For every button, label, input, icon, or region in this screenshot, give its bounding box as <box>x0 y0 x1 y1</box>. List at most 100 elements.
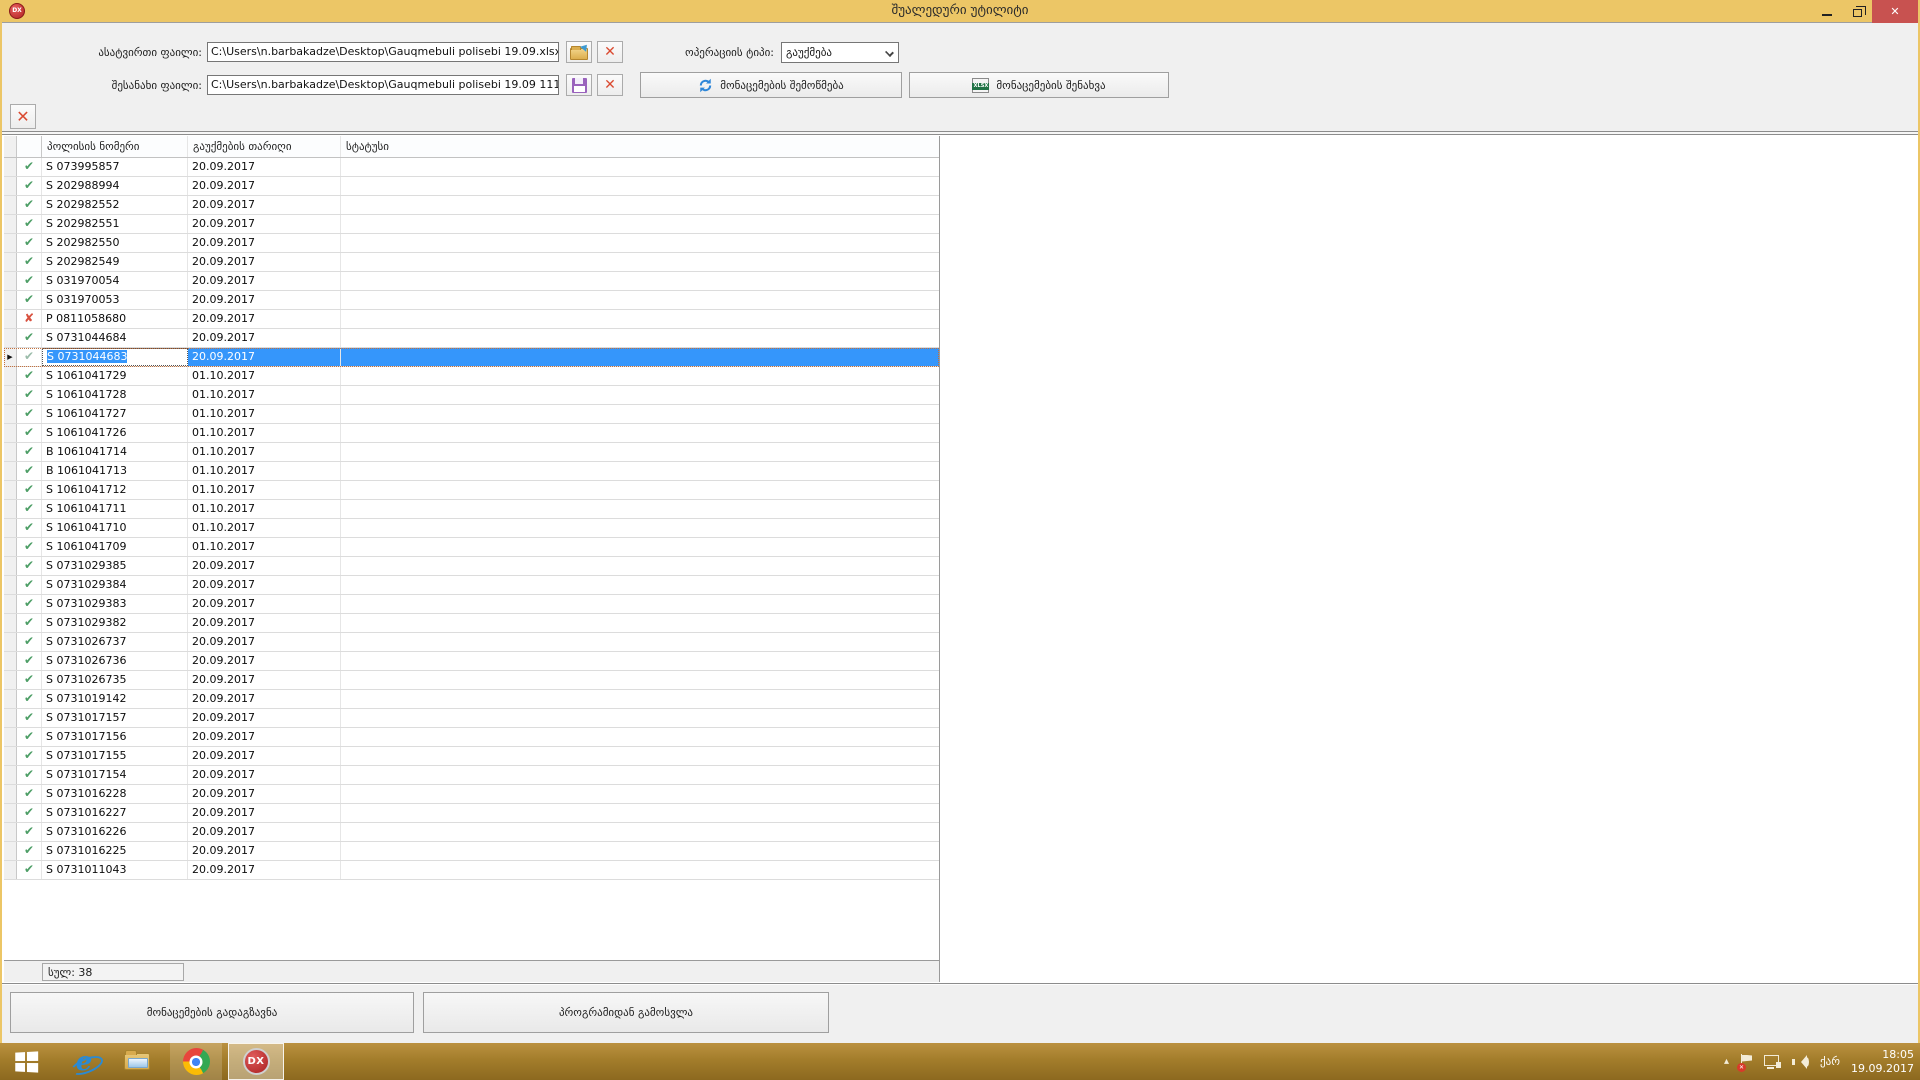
table-row[interactable]: ✔ S 1061041710 01.10.2017 <box>4 519 939 538</box>
grid-footer: სულ: 38 <box>4 960 939 982</box>
column-header-check[interactable] <box>17 136 42 157</box>
table-row[interactable]: ✔ S 0731029382 20.09.2017 <box>4 614 939 633</box>
save-file-button[interactable] <box>566 74 592 96</box>
cell-status <box>341 215 939 233</box>
cell-status <box>341 766 939 784</box>
table-row[interactable]: ✔ S 0731026736 20.09.2017 <box>4 652 939 671</box>
table-row[interactable]: ✔ S 0731019142 20.09.2017 <box>4 690 939 709</box>
clock-date: 19.09.2017 <box>1851 1062 1914 1076</box>
row-status-mark-icon: ✔ <box>17 367 42 385</box>
clock[interactable]: 18:05 19.09.2017 <box>1851 1048 1914 1076</box>
table-row[interactable]: ▶ ✔ S 0731044683 20.09.2017 <box>4 348 939 367</box>
table-row[interactable]: ✔ S 0731017155 20.09.2017 <box>4 747 939 766</box>
table-row[interactable]: ✔ S 202982549 20.09.2017 <box>4 253 939 272</box>
dx-app-button[interactable]: DX <box>228 1043 284 1080</box>
table-row[interactable]: ✔ S 0731016227 20.09.2017 <box>4 804 939 823</box>
table-row[interactable]: ✔ S 1061041726 01.10.2017 <box>4 424 939 443</box>
table-row[interactable]: ✔ S 1061041728 01.10.2017 <box>4 386 939 405</box>
refresh-icon <box>698 78 713 93</box>
cell-status <box>341 253 939 271</box>
row-select-indicator <box>4 310 17 328</box>
table-row[interactable]: ✔ S 0731044684 20.09.2017 <box>4 329 939 348</box>
table-row[interactable]: ✔ S 202982550 20.09.2017 <box>4 234 939 253</box>
row-status-mark-icon: ✔ <box>17 614 42 632</box>
cancel-button[interactable]: ✕ <box>10 104 36 129</box>
cell-status <box>341 500 939 518</box>
cell-cancel-date: 20.09.2017 <box>188 595 341 613</box>
cell-cancel-date: 20.09.2017 <box>188 291 341 309</box>
tray-expand-icon[interactable]: ▴ <box>1724 1056 1729 1067</box>
browse-open-button[interactable] <box>566 41 592 63</box>
language-indicator[interactable]: ქარ <box>1820 1055 1840 1068</box>
table-row[interactable]: ✔ S 1061041711 01.10.2017 <box>4 500 939 519</box>
table-row[interactable]: ✔ S 202982552 20.09.2017 <box>4 196 939 215</box>
internet-explorer-icon: e <box>76 1049 93 1075</box>
operation-type-select[interactable]: გაუქმება <box>781 42 899 63</box>
clear-source-button[interactable]: ✕ <box>597 41 623 63</box>
table-row[interactable]: ✔ S 202982551 20.09.2017 <box>4 215 939 234</box>
network-icon[interactable] <box>1764 1055 1781 1069</box>
table-row[interactable]: ✔ S 0731026735 20.09.2017 <box>4 671 939 690</box>
cell-cancel-date: 20.09.2017 <box>188 823 341 841</box>
floppy-icon <box>572 78 587 93</box>
table-row[interactable]: ✔ S 0731017154 20.09.2017 <box>4 766 939 785</box>
row-status-mark-icon: ✔ <box>17 766 42 784</box>
start-button[interactable] <box>8 1043 44 1080</box>
table-row[interactable]: ✔ S 0731017156 20.09.2017 <box>4 728 939 747</box>
table-row[interactable]: ✔ S 031970053 20.09.2017 <box>4 291 939 310</box>
table-row[interactable]: ✔ S 0731029385 20.09.2017 <box>4 557 939 576</box>
taskbar: e DX ▴ ✕ ქარ 18:05 19.09.2017 <box>0 1043 1920 1080</box>
send-data-button[interactable]: მონაცემების გადაგზავნა <box>10 992 414 1033</box>
table-row[interactable]: ✔ S 0731017157 20.09.2017 <box>4 709 939 728</box>
table-row[interactable]: ✔ S 073995857 20.09.2017 <box>4 158 939 177</box>
table-row[interactable]: ✔ S 1061041727 01.10.2017 <box>4 405 939 424</box>
row-status-mark-icon: ✔ <box>17 424 42 442</box>
target-file-input[interactable]: C:\Users\n.barbakadze\Desktop\Gauqmebuli… <box>207 75 559 95</box>
internet-explorer-button[interactable]: e <box>64 1043 104 1080</box>
row-status-mark-icon: ✔ <box>17 158 42 176</box>
table-row[interactable]: ✔ S 0731016228 20.09.2017 <box>4 785 939 804</box>
source-file-input[interactable]: C:\Users\n.barbakadze\Desktop\Gauqmebuli… <box>207 42 559 62</box>
cell-policy-number: B 1061041714 <box>42 443 188 461</box>
cell-status <box>341 329 939 347</box>
table-row[interactable]: ✔ S 202988994 20.09.2017 <box>4 177 939 196</box>
column-header-date[interactable]: გაუქმების თარიღი <box>188 136 341 157</box>
row-select-indicator <box>4 766 17 784</box>
check-data-button[interactable]: მონაცემების შემოწმება <box>640 72 902 98</box>
row-select-indicator <box>4 842 17 860</box>
save-data-button[interactable]: XLSX მონაცემების შენახვა <box>909 72 1169 98</box>
maximize-button[interactable] <box>1842 0 1872 23</box>
column-header-status[interactable]: სტატუსი <box>341 136 939 157</box>
table-row[interactable]: ✔ B 1061041713 01.10.2017 <box>4 462 939 481</box>
row-status-mark-icon: ✔ <box>17 728 42 746</box>
cell-policy-number: S 0731029382 <box>42 614 188 632</box>
table-row[interactable]: ✔ S 1061041709 01.10.2017 <box>4 538 939 557</box>
close-button[interactable]: ✕ <box>1872 0 1918 23</box>
table-row[interactable]: ✘ P 0811058680 20.09.2017 <box>4 310 939 329</box>
table-row[interactable]: ✔ S 0731011043 20.09.2017 <box>4 861 939 880</box>
row-select-indicator <box>4 462 17 480</box>
window-title: შუალედური უტილიტი <box>2 3 1918 18</box>
action-center-icon[interactable]: ✕ <box>1740 1054 1753 1070</box>
table-row[interactable]: ✔ S 0731029384 20.09.2017 <box>4 576 939 595</box>
minimize-button[interactable] <box>1812 0 1842 23</box>
file-explorer-button[interactable] <box>116 1043 158 1080</box>
table-row[interactable]: ✔ S 031970054 20.09.2017 <box>4 272 939 291</box>
table-row[interactable]: ✔ S 0731026737 20.09.2017 <box>4 633 939 652</box>
table-row[interactable]: ✔ B 1061041714 01.10.2017 <box>4 443 939 462</box>
column-header-policy[interactable]: პოლისის ნომერი <box>42 136 188 157</box>
exit-button[interactable]: პროგრამიდან გამოსვლა <box>423 992 829 1033</box>
cell-cancel-date: 01.10.2017 <box>188 386 341 404</box>
table-row[interactable]: ✔ S 1061041712 01.10.2017 <box>4 481 939 500</box>
cell-policy-number: S 1061041727 <box>42 405 188 423</box>
table-row[interactable]: ✔ S 0731016225 20.09.2017 <box>4 842 939 861</box>
volume-icon[interactable] <box>1792 1055 1809 1069</box>
clear-target-button[interactable]: ✕ <box>597 74 623 96</box>
row-status-mark-icon: ✔ <box>17 804 42 822</box>
chrome-button[interactable] <box>170 1043 222 1080</box>
table-row[interactable]: ✔ S 0731016226 20.09.2017 <box>4 823 939 842</box>
cell-cancel-date: 20.09.2017 <box>188 842 341 860</box>
table-row[interactable]: ✔ S 0731029383 20.09.2017 <box>4 595 939 614</box>
table-row[interactable]: ✔ S 1061041729 01.10.2017 <box>4 367 939 386</box>
cell-policy-number: S 202982551 <box>42 215 188 233</box>
